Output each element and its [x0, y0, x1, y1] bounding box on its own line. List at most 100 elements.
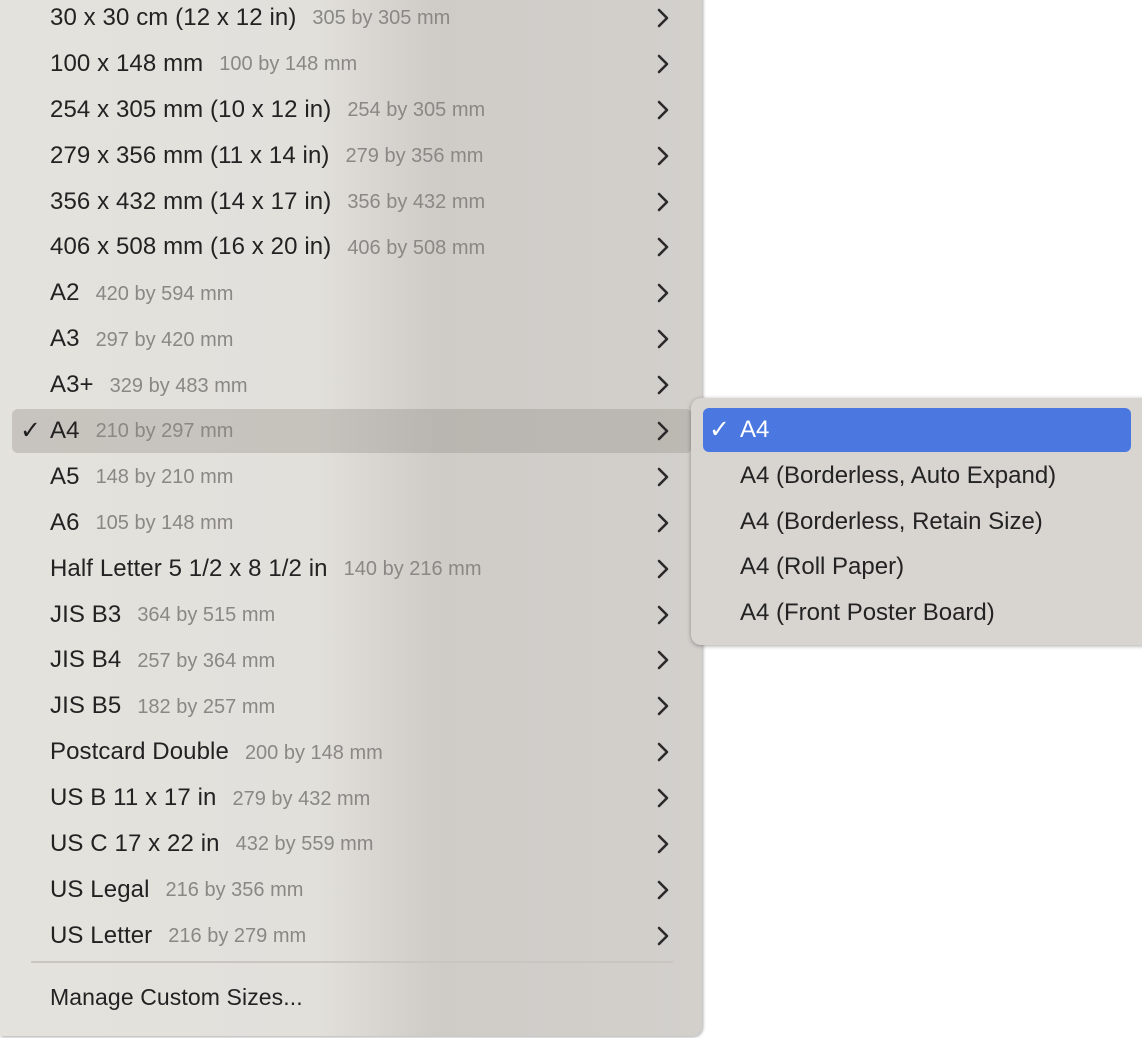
paper-size-dimensions: 406 by 508 mm — [347, 236, 486, 259]
paper-size-item[interactable]: ✓ A4 210 by 297 mm — [0, 408, 702, 454]
paper-size-name: 100 x 148 mm — [50, 49, 204, 77]
paper-size-dimensions: 200 by 148 mm — [244, 741, 383, 764]
a4-variant-item[interactable]: A4 (Borderless, Auto Expand) — [703, 454, 1131, 498]
chevron-right-icon — [657, 375, 669, 395]
chevron-right-icon — [657, 467, 669, 487]
paper-size-name: JIS B4 — [50, 646, 122, 674]
paper-size-item[interactable]: 254 x 305 mm (10 x 12 in) 254 by 305 mm — [0, 87, 702, 133]
chevron-right-icon — [657, 100, 669, 120]
paper-size-dimensions: 279 by 432 mm — [232, 787, 371, 810]
paper-size-item[interactable]: JIS B5 182 by 257 mm — [0, 683, 702, 729]
paper-size-name: 279 x 356 mm (11 x 14 in) — [50, 141, 330, 169]
paper-size-dimensions: 279 by 356 mm — [345, 145, 484, 168]
paper-size-item[interactable]: 406 x 508 mm (16 x 20 in) 406 by 508 mm — [0, 224, 702, 270]
paper-size-name: 356 x 432 mm (14 x 17 in) — [50, 187, 332, 215]
paper-size-item[interactable]: JIS B4 257 by 364 mm — [0, 637, 702, 683]
chevron-right-icon — [657, 329, 669, 349]
paper-size-name: JIS B5 — [50, 692, 122, 720]
chevron-right-icon — [657, 283, 669, 303]
paper-size-name: Postcard Double — [50, 738, 229, 766]
chevron-right-icon — [657, 146, 669, 165]
checkmark-icon: ✓ — [709, 415, 730, 444]
a4-variant-submenu: ✓ A4 A4 (Borderless, Auto Expand) A4 (Borde… — [691, 398, 1142, 645]
paper-size-item[interactable]: A6 105 by 148 mm — [0, 500, 702, 546]
paper-size-name: US Legal — [50, 875, 150, 903]
chevron-right-icon — [657, 926, 669, 946]
paper-size-name: 30 x 30 cm (12 x 12 in) — [50, 3, 297, 31]
chevron-right-icon — [657, 54, 669, 74]
paper-size-item[interactable]: JIS B3 364 by 515 mm — [0, 592, 702, 638]
paper-size-dimensions: 140 by 216 mm — [343, 558, 482, 581]
paper-size-name: A4 — [50, 416, 80, 444]
chevron-right-icon — [657, 192, 669, 211]
a4-variant-item[interactable]: A4 (Front Poster Board) — [703, 591, 1131, 635]
chevron-right-icon — [657, 788, 669, 808]
chevron-right-icon — [657, 605, 669, 624]
chevron-right-icon — [657, 880, 669, 900]
chevron-right-icon — [657, 742, 669, 762]
a4-variant-item[interactable]: A4 (Roll Paper) — [703, 545, 1131, 589]
checkmark-icon: ✓ — [20, 416, 41, 445]
a4-variant-item[interactable]: A4 (Borderless, Retain Size) — [703, 500, 1131, 544]
chevron-right-icon — [657, 559, 669, 578]
paper-size-name: 254 x 305 mm (10 x 12 in) — [50, 95, 332, 123]
a4-variant-label: A4 — [740, 416, 770, 443]
paper-size-item[interactable]: Half Letter 5 1/2 x 8 1/2 in 140 by 216 m… — [0, 546, 702, 592]
a4-variant-label: A4 (Roll Paper) — [740, 553, 905, 581]
paper-size-dimensions: 329 by 483 mm — [109, 374, 248, 397]
paper-size-dimensions: 257 by 364 mm — [137, 649, 276, 672]
paper-size-item[interactable]: A2 420 by 594 mm — [0, 270, 702, 316]
paper-size-dimensions: 182 by 257 mm — [137, 695, 276, 718]
paper-size-item[interactable]: US C 17 x 22 in 432 by 559 mm — [0, 821, 702, 867]
paper-size-dimensions: 148 by 210 mm — [95, 466, 234, 489]
paper-size-name: US Letter — [50, 921, 153, 949]
paper-size-item[interactable]: 356 x 432 mm (14 x 17 in) 356 by 432 mm — [0, 179, 702, 225]
paper-size-item[interactable]: US Legal 216 by 356 mm — [0, 867, 702, 913]
menu-separator — [31, 961, 673, 963]
a4-variant-label: A4 (Borderless, Auto Expand) — [740, 461, 1057, 489]
paper-size-list: 30 x 30 cm (12 x 12 in) 305 by 305 mm 100 … — [0, 0, 702, 959]
paper-size-name: A6 — [50, 508, 80, 536]
paper-size-dimensions: 105 by 148 mm — [95, 512, 234, 535]
paper-size-item[interactable]: A5 148 by 210 mm — [0, 454, 702, 500]
chevron-right-icon — [657, 238, 669, 257]
manage-custom-sizes-label: Manage Custom Sizes... — [50, 983, 303, 1010]
paper-size-dimensions: 297 by 420 mm — [95, 328, 234, 351]
paper-size-name: US B 11 x 17 in — [50, 784, 217, 812]
paper-size-name: A5 — [50, 462, 80, 490]
chevron-right-icon — [657, 651, 669, 670]
paper-size-dimensions: 432 by 559 mm — [235, 833, 374, 856]
paper-size-dimensions: 364 by 515 mm — [137, 604, 276, 627]
a4-variant-item[interactable]: ✓ A4 — [703, 408, 1131, 452]
paper-size-dimensions: 420 by 594 mm — [95, 282, 234, 305]
paper-size-dimensions: 356 by 432 mm — [347, 191, 486, 213]
paper-size-dimensions: 216 by 279 mm — [168, 925, 307, 948]
paper-size-item[interactable]: 279 x 356 mm (11 x 14 in) 279 by 356 mm — [0, 133, 702, 179]
paper-size-item[interactable]: 100 x 148 mm 100 by 148 mm — [0, 41, 702, 87]
paper-size-item[interactable]: 30 x 30 cm (12 x 12 in) 305 by 305 mm — [0, 0, 702, 41]
paper-size-name: A2 — [50, 279, 80, 307]
paper-size-name: US C 17 x 22 in — [50, 829, 220, 857]
paper-size-item[interactable]: A3 297 by 420 mm — [0, 316, 702, 362]
paper-size-item[interactable]: US Letter 216 by 279 mm — [0, 913, 702, 959]
paper-size-name: JIS B3 — [50, 600, 122, 628]
paper-size-item[interactable]: A3+ 329 by 483 mm — [0, 362, 702, 408]
manage-custom-sizes-item[interactable]: Manage Custom Sizes... — [0, 975, 702, 1019]
chevron-right-icon — [657, 8, 669, 28]
paper-size-name: A3 — [50, 325, 80, 353]
paper-size-name: Half Letter 5 1/2 x 8 1/2 in — [50, 554, 328, 582]
chevron-right-icon — [657, 834, 669, 854]
paper-size-menu: 30 x 30 cm (12 x 12 in) 305 by 305 mm 100 … — [0, 0, 702, 1036]
a4-variant-label: A4 (Borderless, Retain Size) — [740, 507, 1043, 535]
paper-size-name: A3+ — [50, 371, 94, 399]
paper-size-item[interactable]: Postcard Double 200 by 148 mm — [0, 729, 702, 775]
paper-size-dimensions: 254 by 305 mm — [347, 99, 486, 122]
chevron-right-icon — [657, 696, 669, 716]
chevron-right-icon — [657, 421, 669, 441]
paper-size-dimensions: 210 by 297 mm — [95, 420, 234, 443]
paper-size-dimensions: 216 by 356 mm — [165, 879, 304, 902]
chevron-right-icon — [657, 513, 669, 533]
a4-variant-label: A4 (Front Poster Board) — [740, 599, 995, 627]
paper-size-name: 406 x 508 mm (16 x 20 in) — [50, 233, 332, 261]
paper-size-item[interactable]: US B 11 x 17 in 279 by 432 mm — [0, 775, 702, 821]
